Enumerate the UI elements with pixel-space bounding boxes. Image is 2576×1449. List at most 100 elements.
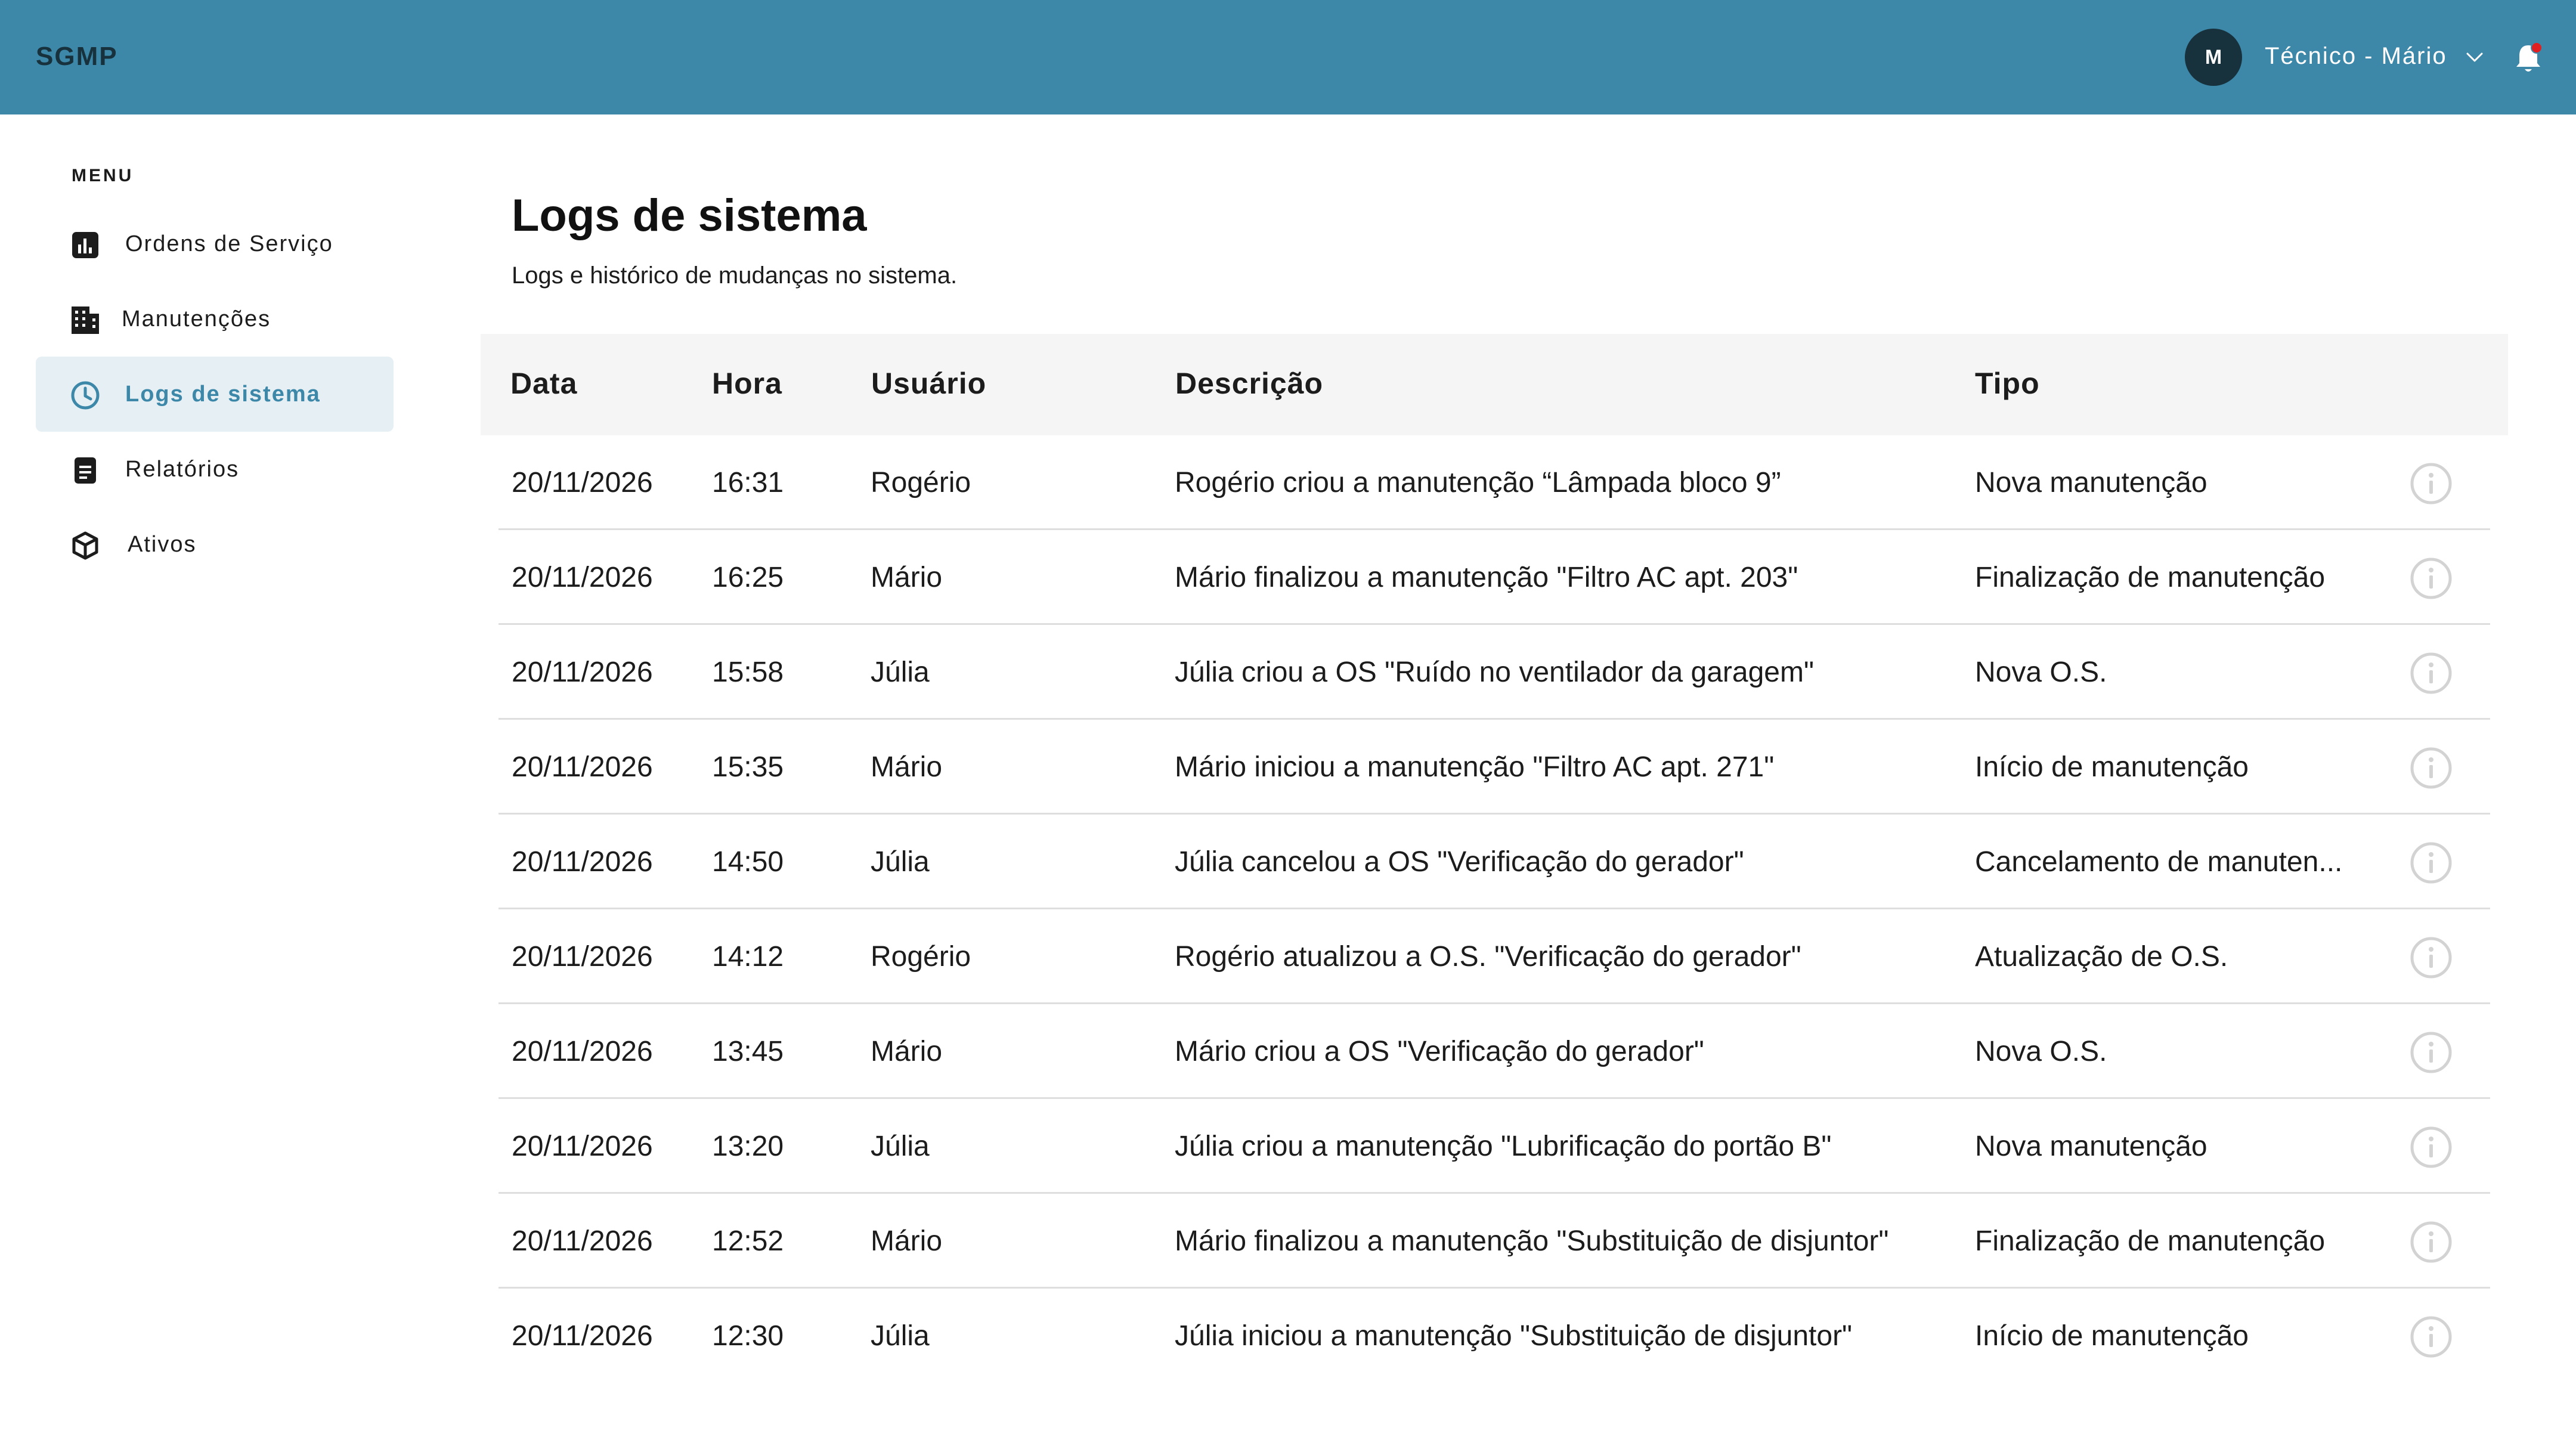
notification-bell-icon[interactable] (2513, 42, 2544, 75)
column-header-data[interactable]: Data (510, 366, 577, 401)
table-row[interactable]: 20/11/2026 12:30 Júlia Júlia iniciou a manu… (499, 1289, 2490, 1383)
page-subtitle: Logs e histórico de mudanças no sistema. (512, 262, 958, 289)
table-row[interactable]: 20/11/2026 16:31 Rogério Rogério criou a ma… (499, 435, 2490, 530)
cell-tipo: Início de manutenção (1975, 751, 2249, 783)
info-icon[interactable] (2409, 556, 2453, 600)
top-bar: SGMP M Técnico - Mário (0, 0, 2576, 114)
cell-descricao: Rogério atualizou a O.S. "Verificação do… (1175, 941, 1801, 973)
menu-title: MENU (72, 166, 134, 185)
table-row[interactable]: 20/11/2026 16:25 Mário Mário finalizou a ma… (499, 530, 2490, 625)
building-icon (72, 306, 99, 334)
cell-tipo: Início de manutenção (1975, 1320, 2249, 1352)
cell-data: 20/11/2026 (512, 751, 653, 783)
cell-descricao: Mário iniciou a manutenção "Filtro AC ap… (1175, 751, 1775, 783)
user-menu-label[interactable]: Técnico - Mário (2265, 43, 2447, 70)
cell-data: 20/11/2026 (512, 562, 653, 593)
cell-hora: 12:52 (712, 1225, 784, 1257)
page-title: Logs de sistema (512, 190, 867, 241)
cell-tipo: Cancelamento de manuten... (1975, 846, 2343, 878)
cell-descricao: Mário finalizou a manutenção "Filtro AC … (1175, 562, 1798, 593)
cell-descricao: Rogério criou a manutenção “Lâmpada bloc… (1175, 467, 1781, 499)
chevron-down-icon[interactable] (2463, 45, 2487, 69)
cell-usuario: Júlia (871, 657, 930, 688)
sidebar-item-logs-de-sistema[interactable]: Logs de sistema (36, 357, 394, 432)
cell-data: 20/11/2026 (512, 1036, 653, 1067)
cube-icon (72, 531, 98, 560)
cell-data: 20/11/2026 (512, 846, 653, 878)
table-row[interactable]: 20/11/2026 13:20 Júlia Júlia criou a manute… (499, 1099, 2490, 1194)
table-row[interactable]: 20/11/2026 12:52 Mário Mário finalizou a ma… (499, 1194, 2490, 1289)
user-avatar[interactable]: M (2185, 29, 2242, 86)
cell-usuario: Júlia (871, 1131, 930, 1162)
table-row[interactable]: 20/11/2026 14:12 Rogério Rogério atualizou … (499, 909, 2490, 1004)
column-header-hora[interactable]: Hora (712, 366, 782, 401)
table-row[interactable]: 20/11/2026 14:50 Júlia Júlia cancelou a OS … (499, 815, 2490, 909)
cell-usuario: Júlia (871, 846, 930, 878)
cell-usuario: Mário (871, 1225, 943, 1257)
cell-descricao: Júlia iniciou a manutenção "Substituição… (1175, 1320, 1853, 1352)
cell-tipo: Nova manutenção (1975, 467, 2207, 499)
column-header-usuario[interactable]: Usuário (871, 366, 986, 401)
sidebar-item-manutencoes[interactable]: Manutenções (36, 281, 394, 357)
sidebar-item-label: Ordens de Serviço (125, 231, 333, 256)
cell-data: 20/11/2026 (512, 657, 653, 688)
cell-hora: 14:12 (712, 941, 784, 973)
cell-usuario: Mário (871, 751, 943, 783)
cell-descricao: Mário finalizou a manutenção "Substituiç… (1175, 1225, 1889, 1257)
cell-tipo: Atualização de O.S. (1975, 941, 2228, 973)
info-icon[interactable] (2409, 841, 2453, 885)
cell-hora: 14:50 (712, 846, 784, 878)
table-row[interactable]: 20/11/2026 15:35 Mário Mário iniciou a manu… (499, 720, 2490, 815)
cell-hora: 13:45 (712, 1036, 784, 1067)
cell-data: 20/11/2026 (512, 1225, 653, 1257)
cell-hora: 16:25 (712, 562, 784, 593)
column-header-descricao[interactable]: Descrição (1175, 366, 1323, 401)
table-row[interactable]: 20/11/2026 15:58 Júlia Júlia criou a OS "Ru… (499, 625, 2490, 720)
cell-hora: 15:58 (712, 657, 784, 688)
app-logo[interactable]: SGMP (36, 42, 118, 72)
cell-tipo: Nova O.S. (1975, 1036, 2107, 1067)
cell-usuario: Rogério (871, 467, 971, 499)
info-icon[interactable] (2409, 1125, 2453, 1169)
cell-tipo: Finalização de manutenção (1975, 1225, 2326, 1257)
chart-icon (72, 232, 98, 258)
table-header: Data Hora Usuário Descrição Tipo (481, 334, 2508, 435)
cell-usuario: Mário (871, 1036, 943, 1067)
table-row[interactable]: 20/11/2026 13:45 Mário Mário criou a OS "Ve… (499, 1004, 2490, 1099)
info-icon[interactable] (2409, 1315, 2453, 1359)
report-icon (75, 457, 96, 484)
info-icon[interactable] (2409, 1030, 2453, 1075)
cell-tipo: Nova manutenção (1975, 1131, 2207, 1162)
cell-data: 20/11/2026 (512, 941, 653, 973)
sidebar-item-label: Relatórios (125, 457, 240, 482)
cell-descricao: Júlia criou a manutenção "Lubrificação d… (1175, 1131, 1832, 1162)
cell-descricao: Mário criou a OS "Verificação do gerador… (1175, 1036, 1704, 1067)
cell-tipo: Nova O.S. (1975, 657, 2107, 688)
info-icon[interactable] (2409, 746, 2453, 790)
info-icon[interactable] (2409, 1220, 2453, 1264)
cell-usuario: Rogério (871, 941, 971, 973)
info-icon[interactable] (2409, 936, 2453, 980)
clock-icon (71, 381, 100, 410)
cell-hora: 15:35 (712, 751, 784, 783)
sidebar-item-relatorios[interactable]: Relatórios (36, 432, 394, 507)
cell-hora: 13:20 (712, 1131, 784, 1162)
cell-usuario: Mário (871, 562, 943, 593)
info-icon[interactable] (2409, 651, 2453, 695)
cell-data: 20/11/2026 (512, 1131, 653, 1162)
cell-tipo: Finalização de manutenção (1975, 562, 2326, 593)
sidebar-item-ativos[interactable]: Ativos (36, 507, 394, 582)
sidebar-item-ordens-de-servico[interactable]: Ordens de Serviço (36, 206, 394, 281)
cell-descricao: Júlia criou a OS "Ruído no ventilador da… (1175, 657, 1815, 688)
cell-data: 20/11/2026 (512, 467, 653, 499)
column-header-tipo[interactable]: Tipo (1975, 366, 2040, 401)
cell-usuario: Júlia (871, 1320, 930, 1352)
cell-descricao: Júlia cancelou a OS "Verificação do gera… (1175, 846, 1744, 878)
info-icon[interactable] (2409, 462, 2453, 506)
cell-hora: 12:30 (712, 1320, 784, 1352)
cell-data: 20/11/2026 (512, 1320, 653, 1352)
cell-hora: 16:31 (712, 467, 784, 499)
sidebar-item-label: Ativos (128, 532, 197, 557)
sidebar-item-label: Logs de sistema (125, 382, 321, 407)
sidebar-item-label: Manutenções (122, 306, 271, 332)
